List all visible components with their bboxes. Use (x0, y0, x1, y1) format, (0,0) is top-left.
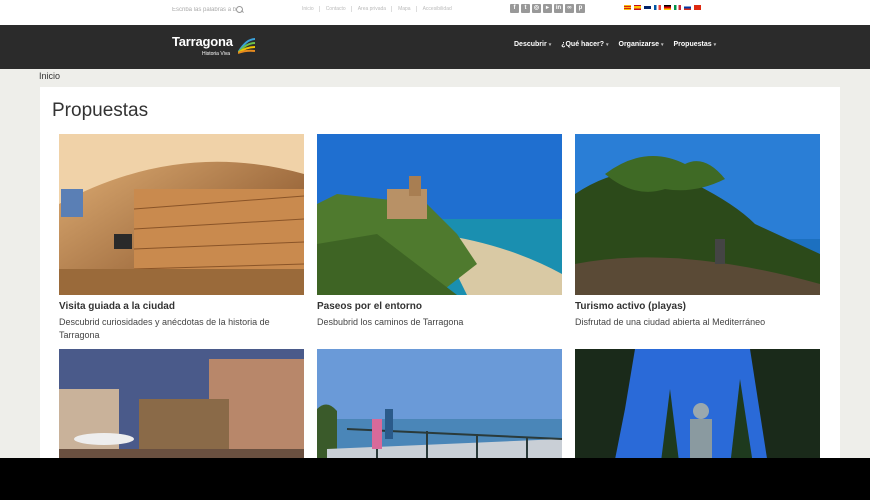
nav-item-label: ¿Qué hacer? (561, 41, 604, 48)
card-image-roman-vault[interactable] (59, 134, 304, 295)
pinterest-icon[interactable]: p (576, 4, 585, 13)
chevron-down-icon: ▾ (606, 41, 609, 48)
language-selector (624, 5, 701, 10)
instagram-icon[interactable]: ◎ (532, 4, 541, 13)
facebook-icon[interactable]: f (510, 4, 519, 13)
utility-link[interactable]: Accesibilidad (423, 6, 457, 12)
flag-ru-icon[interactable] (684, 5, 691, 10)
flag-en-icon[interactable] (644, 5, 651, 10)
chevron-down-icon: ▾ (713, 41, 717, 48)
utility-link[interactable]: Area privada (358, 6, 393, 12)
flag-it-icon[interactable] (674, 5, 681, 10)
nav-item-label: Organizarse (618, 41, 659, 48)
flag-es-icon[interactable] (634, 5, 641, 10)
card-title[interactable]: Visita guiada a la ciudad (59, 301, 304, 312)
proposal-card[interactable]: Paseos por el entorno Desbubrid los cami… (317, 134, 562, 329)
flag-fr-icon[interactable] (654, 5, 661, 10)
linkedin-icon[interactable]: in (554, 4, 563, 13)
nav-item-descubrir[interactable]: Descubrir ▾ (514, 41, 551, 48)
search-input[interactable] (172, 7, 236, 13)
utility-links: Inicio Contacto Area privada Mapa Accesi… (302, 6, 457, 12)
main-nav: Descubrir ▾ ¿Qué hacer? ▾ Organizarse ▾ … (514, 41, 716, 48)
bottom-black-bar (0, 458, 870, 500)
card-description: Disfrutad de una ciudad abierta al Medit… (575, 317, 766, 327)
logo-subtitle: Historia Viva (202, 51, 230, 57)
proposal-card[interactable]: Turismo activo (playas) Disfrutad de una… (575, 134, 820, 329)
chevron-down-icon: ▾ (548, 41, 552, 48)
site-logo[interactable]: Tarragona Historia Viva (172, 34, 233, 57)
card-description: Descubrid curiosidades y anécdotas de la… (59, 317, 270, 340)
page-title: Propuestas (52, 100, 149, 121)
card-description: Desbubrid los caminos de Tarragona (317, 317, 464, 327)
utility-link[interactable]: Contacto (326, 6, 352, 12)
utility-link[interactable]: Inicio (302, 6, 320, 12)
nav-item-label: Propuestas (673, 41, 712, 48)
flickr-icon[interactable]: ∞ (565, 4, 574, 13)
twitter-icon[interactable]: t (521, 4, 530, 13)
card-image-coastal-castle[interactable] (317, 134, 562, 295)
site-header: Tarragona Historia Viva Descubrir ▾ ¿Qué… (0, 25, 870, 69)
top-utility-bar: Inicio Contacto Area privada Mapa Accesi… (0, 0, 870, 25)
nav-item-propuestas[interactable]: Propuestas ▾ (674, 41, 717, 48)
chevron-down-icon: ▾ (660, 41, 664, 48)
flag-ca-icon[interactable] (624, 5, 631, 10)
flag-de-icon[interactable] (664, 5, 671, 10)
card-title[interactable]: Paseos por el entorno (317, 301, 562, 312)
social-links: f t ◎ ▸ in ∞ p (510, 4, 585, 13)
breadcrumb[interactable]: Inicio (39, 71, 60, 81)
card-image-coastal-path[interactable] (575, 134, 820, 295)
search-icon[interactable] (236, 6, 244, 14)
logo-title: Tarragona (172, 34, 233, 49)
nav-item-label: Descubrir (514, 41, 547, 48)
utility-link[interactable]: Mapa (398, 6, 417, 12)
nav-item-organizarse[interactable]: Organizarse ▾ (619, 41, 664, 48)
search-box (172, 3, 252, 17)
card-title[interactable]: Turismo activo (playas) (575, 301, 820, 312)
logo-wave-icon (238, 37, 255, 54)
youtube-icon[interactable]: ▸ (543, 4, 552, 13)
nav-item-que-hacer[interactable]: ¿Qué hacer? ▾ (561, 41, 608, 48)
proposal-card[interactable]: Visita guiada a la ciudad Descubrid curi… (59, 134, 304, 342)
flag-zh-icon[interactable] (694, 5, 701, 10)
